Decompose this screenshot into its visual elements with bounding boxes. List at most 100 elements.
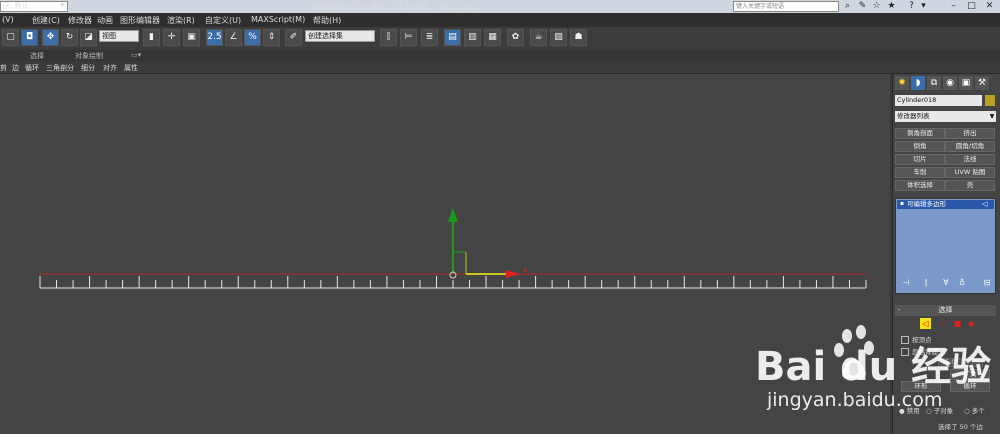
spinner-snap-icon[interactable]: ⇕ (263, 29, 280, 46)
modifier-button[interactable]: 倒角剖面 (895, 128, 945, 139)
ruler-object[interactable] (39, 273, 867, 289)
edge-subobject-icon[interactable]: ◁ (920, 318, 931, 329)
search-input[interactable]: 键入关键字或短语 (733, 1, 839, 12)
select-region-icon[interactable]: ▢ (2, 29, 19, 46)
modifier-list-select[interactable]: 修改器列表 (895, 111, 996, 122)
motion-tab-icon[interactable]: ◉ (943, 76, 957, 90)
preview-subobject-radio[interactable]: ○ 子对象 (926, 405, 953, 415)
remove-modifier-icon[interactable]: ♁ (957, 278, 967, 288)
preview-off-radio[interactable]: ● 禁用 (899, 405, 920, 415)
material-editor-icon[interactable]: ✿ (507, 29, 524, 46)
modifier-button[interactable]: 倒角 (895, 141, 945, 152)
ignore-backfacing-checkbox[interactable]: 忽略背面 (901, 346, 938, 356)
subtab-subdivide[interactable]: 细分 (81, 63, 95, 73)
layer-manager-icon[interactable]: ≣ (421, 29, 438, 46)
chevron-down-icon[interactable]: ▼ (60, 2, 65, 9)
make-unique-icon[interactable]: ∀ (941, 278, 951, 288)
menu-item-help[interactable]: 帮助(H) (313, 15, 341, 26)
expand-icon[interactable]: ▪ (900, 200, 904, 207)
menu-item-customize[interactable]: 自定义(U) (205, 15, 241, 26)
mirror-icon[interactable]: ⫿ (380, 29, 397, 46)
star-icon[interactable]: ☆ (871, 1, 882, 12)
render-setup-icon[interactable]: ☕ (530, 29, 547, 46)
polygon-subobject-icon[interactable]: ■ (952, 318, 963, 329)
utilities-tab-icon[interactable]: ⚒ (975, 76, 989, 90)
scale-icon[interactable]: ◪ (80, 29, 97, 46)
menu-item-animation[interactable]: 动画 (97, 15, 113, 26)
pivot-icon[interactable]: ▮ (143, 29, 160, 46)
menu-item-maxscript[interactable]: MAXScript(M) (251, 15, 305, 24)
tools-icon[interactable]: ✎ (857, 1, 868, 12)
chevron-down-icon[interactable]: ▾ (918, 1, 929, 12)
modifier-button[interactable]: 挤出 (945, 128, 995, 139)
align-icon[interactable]: ⊨ (400, 29, 417, 46)
subtab-properties[interactable]: 属性 (124, 63, 138, 73)
graphite-toggle-icon[interactable]: ▤ (444, 29, 461, 46)
subtab-loop[interactable]: 循环 (25, 63, 39, 73)
configure-sets-icon[interactable]: ⊟ (982, 278, 992, 288)
object-name-field[interactable]: Cylinder018 (895, 95, 982, 106)
subtab-align[interactable]: 对齐 (103, 63, 117, 73)
modifier-button[interactable]: 切片 (895, 154, 945, 165)
menu-item-rendering[interactable]: 渲染(R) (167, 15, 195, 26)
hierarchy-tab-icon[interactable]: ⧉ (927, 76, 941, 90)
ribbon-label-selection[interactable]: 选择 (30, 51, 44, 61)
angle-snap-icon[interactable]: ∠ (225, 29, 242, 46)
star-filled-icon[interactable]: ★ (886, 1, 897, 12)
selection-rollout-title[interactable]: 选择 (895, 305, 996, 316)
element-subobject-icon[interactable]: ◆ (966, 318, 977, 329)
ribbon-toggle-icon[interactable]: ▭▾ (131, 51, 141, 59)
curve-editor-icon[interactable]: ▥ (464, 29, 481, 46)
workspace-select[interactable]: 区: 默认 (0, 1, 68, 12)
border-subobject-icon[interactable]: ◜ (938, 318, 949, 329)
modifier-button[interactable]: UVW 贴图 (945, 167, 995, 178)
close-icon[interactable]: ✕ (984, 1, 995, 12)
rotate-icon[interactable]: ↻ (61, 29, 78, 46)
modifier-button[interactable]: 圆角/切角 (945, 141, 995, 152)
rendered-frame-icon[interactable]: ▨ (550, 29, 567, 46)
display-tab-icon[interactable]: ▣ (959, 76, 973, 90)
named-selection-set-select[interactable]: 创建选择集 (305, 30, 375, 42)
menu-item-graph-editors[interactable]: 图形编辑器 (120, 15, 160, 26)
stack-item-editable-poly[interactable]: 可编辑多边形 (897, 200, 994, 209)
modifier-button[interactable]: 车削 (895, 167, 945, 178)
preview-multi-radio[interactable]: ○ 多个 (964, 405, 985, 415)
object-color-swatch[interactable] (985, 95, 995, 106)
render-teapot-icon[interactable]: ☗ (570, 29, 587, 46)
modifier-button[interactable]: 壳 (945, 180, 995, 191)
modifier-button[interactable]: 体积选择 (895, 180, 945, 191)
select-object-icon[interactable]: ◘ (21, 29, 38, 46)
create-tab-icon[interactable]: ✹ (895, 76, 909, 90)
subtab-edge[interactable]: 边 (12, 63, 19, 73)
chevron-down-icon[interactable]: ▼ (988, 111, 996, 122)
modify-tab-icon[interactable]: ◗ (911, 76, 925, 90)
transform-gizmo[interactable] (448, 208, 520, 279)
menu-item-modifiers[interactable]: 修改器 (68, 15, 92, 26)
percent-snap-icon[interactable]: % (244, 29, 261, 46)
keyboard-shortcut-icon[interactable]: ▣ (183, 29, 200, 46)
angle-value-spinner[interactable]: 45.0 (938, 358, 983, 367)
collapse-icon[interactable]: - (898, 306, 901, 314)
schematic-view-icon[interactable]: ▦ (484, 29, 501, 46)
minimize-icon[interactable]: – (948, 1, 959, 12)
menu-item-view[interactable]: (V) (2, 15, 14, 24)
ring-button[interactable]: 环形 (901, 381, 941, 392)
viewport[interactable]: x (0, 74, 890, 434)
subtab-triangulate[interactable]: 三角剖分 (46, 63, 74, 73)
ribbon-label-object-paint[interactable]: 对象绘制 (75, 51, 103, 61)
move-icon[interactable]: ✥ (42, 29, 59, 46)
search-icon[interactable]: ⌕ (842, 1, 853, 12)
reference-coordinate-select[interactable]: 视图 (99, 30, 139, 42)
grow-button[interactable]: 扩大 (950, 369, 990, 380)
loop-button[interactable]: 循环 (950, 381, 990, 392)
subtab-cut[interactable]: 剪 (0, 63, 7, 73)
show-end-result-icon[interactable]: ǀ (921, 278, 931, 288)
modifier-button[interactable]: 法线 (945, 154, 995, 165)
maximize-icon[interactable]: □ (966, 1, 977, 12)
select-manipulate-icon[interactable]: ✛ (163, 29, 180, 46)
menu-item-create[interactable]: 创建(C) (32, 15, 60, 26)
help-icon[interactable]: ? (906, 1, 917, 12)
edit-named-selection-icon[interactable]: ✐ (285, 29, 302, 46)
by-vertex-checkbox[interactable]: 按顶点 (901, 334, 932, 344)
pin-stack-icon[interactable]: ⊣ (901, 278, 911, 288)
